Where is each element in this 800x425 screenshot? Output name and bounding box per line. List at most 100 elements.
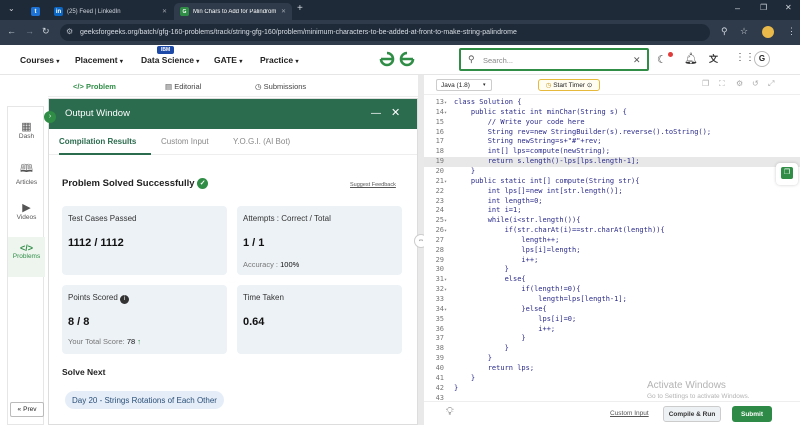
code-line[interactable]: 31▾ else{ — [424, 275, 800, 285]
code-line[interactable]: 24 int i=1; — [424, 206, 800, 216]
settings-icon[interactable]: ⚙ — [736, 79, 743, 88]
compile-run-button[interactable]: Compile & Run — [663, 406, 721, 422]
tab-problem[interactable]: </> Problem — [73, 82, 116, 91]
nav-courses[interactable]: Courses ▾ — [20, 55, 59, 65]
window-close-icon[interactable]: ✕ — [785, 3, 792, 12]
new-tab-icon[interactable]: + — [297, 3, 303, 14]
code-line[interactable]: 19 return s.length()-lps[lps.length-1]; — [424, 157, 800, 167]
close-icon[interactable]: ✕ — [391, 106, 400, 119]
profile-icon[interactable] — [762, 26, 774, 38]
code-line[interactable]: 17 String newString=s+"#"+rev; — [424, 137, 800, 147]
tab-pinned-t[interactable]: t — [25, 3, 47, 20]
reload-icon[interactable]: ↻ — [42, 26, 50, 37]
maximize-icon[interactable]: ⛶ — [719, 79, 725, 89]
rail-item-videos[interactable]: ▶︎ Videos — [8, 201, 45, 221]
gfg-logo-icon[interactable] — [378, 50, 416, 68]
code-line[interactable]: 38 } — [424, 344, 800, 354]
bell-icon[interactable]: 🔔︎ — [684, 52, 698, 65]
tab-submissions[interactable]: ◷ Submissions — [255, 82, 306, 91]
code-line[interactable]: 30 } — [424, 265, 800, 275]
clear-search-icon[interactable]: ✕ — [633, 55, 641, 66]
code-line[interactable]: 15 // Write your code here — [424, 118, 800, 128]
code-line[interactable]: 39 } — [424, 354, 800, 364]
rail-item-problems[interactable]: </> Problems — [8, 237, 45, 277]
expand-chevron-icon[interactable]: › — [44, 111, 56, 123]
code-line[interactable]: 25▾ while(i<str.length()){ — [424, 216, 800, 226]
minimize-icon[interactable]: – — [735, 3, 740, 13]
avatar[interactable]: G — [754, 51, 770, 67]
site-search-input[interactable]: ⚲ Search... ✕ — [459, 48, 649, 71]
tab-gfg[interactable]: G Min Chars to Add for Palindrom ✕ — [174, 3, 292, 20]
nav-gate[interactable]: GATE ▾ — [214, 55, 242, 65]
code-line[interactable]: 22 int lps[]=new int[str.length()]; — [424, 187, 800, 197]
suggest-feedback-link[interactable]: Suggest Feedback — [350, 182, 396, 188]
prev-button[interactable]: « Prev — [10, 402, 44, 417]
next-problem-chip[interactable]: Day 20 - Strings Rotations of Each Other — [65, 391, 224, 409]
code-text: } — [454, 265, 509, 274]
code-line[interactable]: 42} — [424, 384, 800, 394]
info-icon[interactable]: i — [120, 295, 130, 304]
code-line[interactable]: 18 int[] lps=compute(newString); — [424, 147, 800, 157]
code-line[interactable]: 21▾ public static int[] compute(String s… — [424, 177, 800, 187]
custom-input-link[interactable]: Custom Input — [610, 410, 649, 417]
browser-toolbar: ← → ↻ ⚙ geeksforgeeks.org/batch/gfg-160-… — [0, 20, 800, 45]
rail-item-articles[interactable]: 🕮︎ Articles — [8, 160, 45, 186]
minimize-icon[interactable]: — — [371, 108, 381, 119]
nav-placement[interactable]: Placement ▾ — [75, 55, 123, 65]
chevron-down-icon: ▾ — [295, 59, 299, 65]
editor-toolbar: Java (1.8) ▾ ◷ Start Timer ⊙ ❐ ⛶ ⚙ ↺ ⤢ — [424, 75, 800, 95]
code-line[interactable]: 26▾ if(str.charAt(i)==str.charAt(length)… — [424, 226, 800, 236]
tab-linkedin[interactable]: in (25) Feed | LinkedIn ✕ — [48, 3, 173, 20]
chat-button[interactable]: ❐ — [776, 163, 798, 185]
forward-icon[interactable]: → — [25, 26, 34, 36]
browser-menu-icon[interactable]: ⋮ — [787, 26, 796, 37]
code-text: } — [454, 354, 492, 363]
rail-item-dash[interactable]: ▦ Dash — [8, 120, 45, 140]
tab-custom-input[interactable]: Custom Input — [161, 137, 209, 146]
reset-icon[interactable]: ↺ — [752, 79, 759, 88]
code-line[interactable]: 35 lps[i]=0; — [424, 315, 800, 325]
search-placeholder: Search... — [483, 56, 514, 65]
close-tab-icon[interactable]: ✕ — [281, 8, 286, 15]
code-line[interactable]: 29 i++; — [424, 256, 800, 266]
restore-icon[interactable]: ❐ — [760, 3, 767, 12]
code-line[interactable]: 36 i++; — [424, 325, 800, 335]
address-bar[interactable]: ⚙ geeksforgeeks.org/batch/gfg-160-proble… — [60, 24, 710, 41]
tab-list-icon[interactable]: ⌄ — [8, 4, 15, 13]
bookmark-star-icon[interactable]: ☆ — [740, 26, 748, 37]
code-line[interactable]: 32▾ if(length!=0){ — [424, 285, 800, 295]
zoom-icon[interactable]: ⚲ — [721, 26, 728, 37]
code-line[interactable]: 37 } — [424, 334, 800, 344]
close-tab-icon[interactable]: ✕ — [162, 8, 167, 15]
total-score: Your Total Score: 78 ↑ — [68, 337, 141, 346]
code-line[interactable]: 34▾ }else{ — [424, 305, 800, 315]
tab-compilation-results[interactable]: Compilation Results — [59, 137, 136, 146]
code-line[interactable]: 27 length++; — [424, 236, 800, 246]
code-line[interactable]: 41 } — [424, 374, 800, 384]
code-line[interactable]: 40 return lps; — [424, 364, 800, 374]
code-line[interactable]: 13▾ class Solution { — [424, 98, 800, 108]
submit-button[interactable]: Submit — [732, 406, 772, 422]
site-info-icon[interactable]: ⚙ — [66, 27, 73, 36]
code-line[interactable]: 16 String rev=new StringBuilder(s).rever… — [424, 128, 800, 138]
code-line[interactable]: 20 } — [424, 167, 800, 177]
nav-data-science[interactable]: Data Science ▾ — [141, 55, 199, 65]
start-timer-button[interactable]: ◷ Start Timer ⊙ — [538, 79, 600, 91]
copy-icon[interactable]: ❐ — [702, 79, 709, 88]
fullscreen-icon[interactable]: ⤢ — [768, 79, 774, 89]
tab-editorial[interactable]: ▤ Editorial — [165, 82, 201, 91]
code-line[interactable]: 28 lps[i]=length; — [424, 246, 800, 256]
back-icon[interactable]: ← — [7, 26, 16, 36]
code-line[interactable]: 14▾ public static int minChar(String s) … — [424, 108, 800, 118]
nav-practice[interactable]: Practice ▾ — [260, 55, 298, 65]
dark-mode-icon[interactable]: ☾ — [657, 53, 667, 66]
line-number: 39 — [435, 354, 444, 363]
apps-grid-icon[interactable]: ⋮⋮ — [735, 52, 755, 63]
code-area[interactable]: 13▾ class Solution {14▾ public static int… — [424, 98, 800, 403]
code-line[interactable]: 33 length=lps[length-1]; — [424, 295, 800, 305]
code-line[interactable]: 23 int length=0; — [424, 197, 800, 207]
tab-yogi-bot[interactable]: Y.O.G.I. (AI Bot) — [233, 137, 290, 146]
language-select[interactable]: Java (1.8) ▾ — [436, 79, 492, 91]
lightbulb-icon[interactable]: 💡︎ — [446, 406, 454, 419]
translate-icon[interactable]: 文 — [709, 52, 718, 65]
